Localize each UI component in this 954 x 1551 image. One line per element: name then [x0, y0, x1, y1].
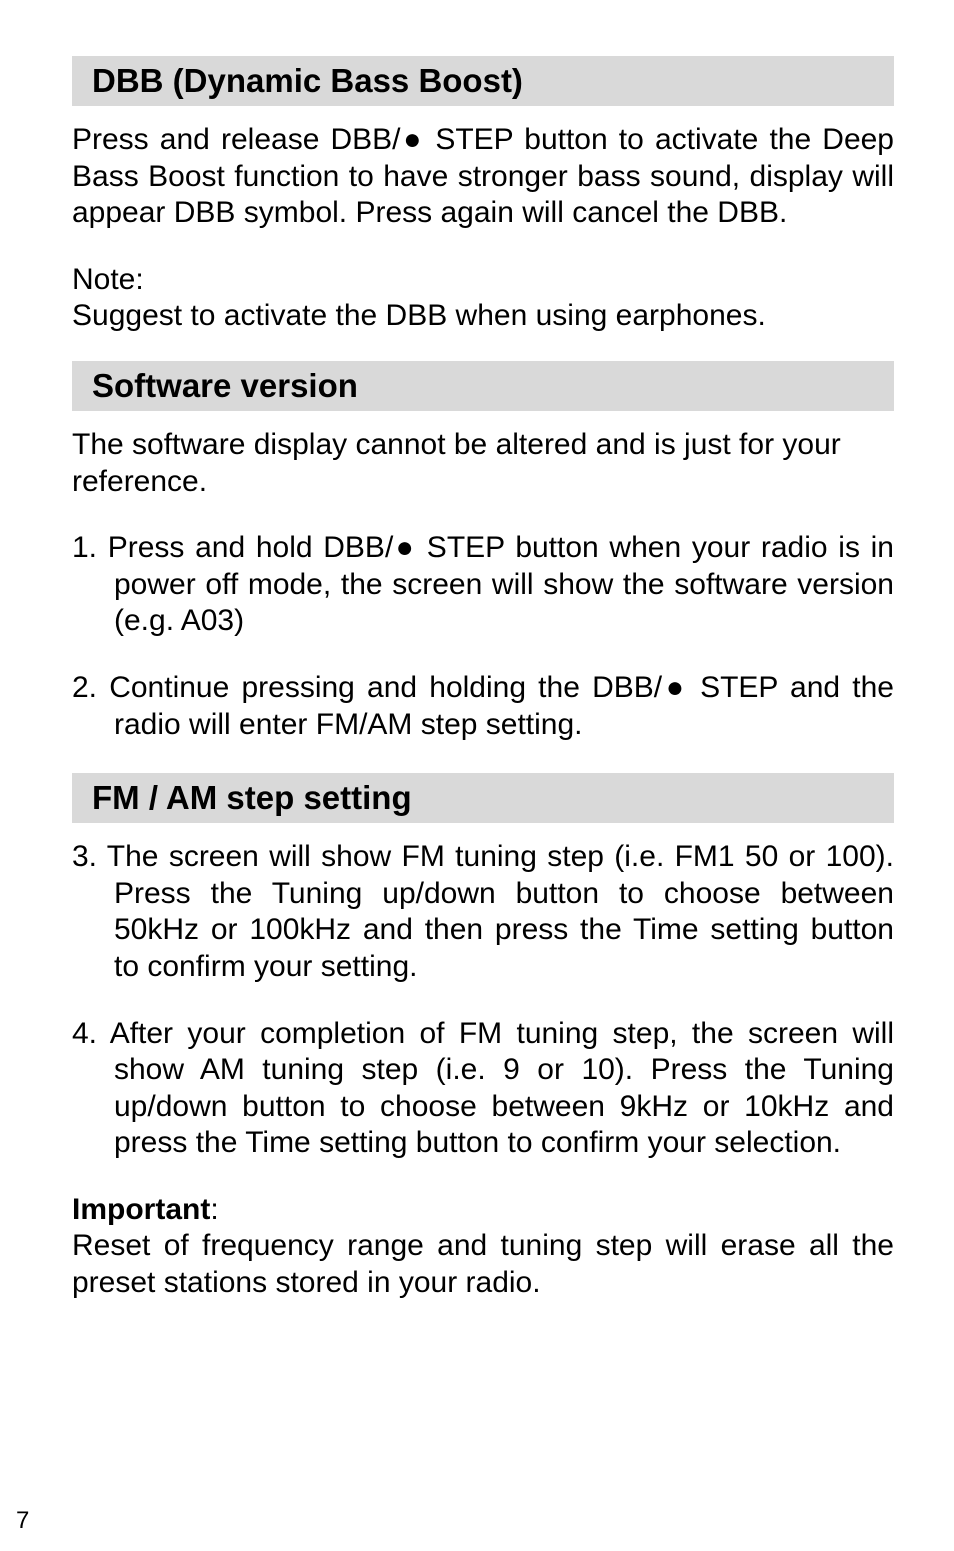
note-label: Note:	[72, 262, 894, 299]
document-page: DBB (Dynamic Bass Boost) Press and relea…	[0, 0, 954, 1551]
heading-software-version: Software version	[72, 361, 894, 411]
list-item-2: 2. Continue pressing and holding the DBB…	[72, 670, 894, 743]
list-item-4: 4. After your completion of FM tuning st…	[72, 1016, 894, 1162]
list-item-1: 1. Press and hold DBB/● STEP button when…	[72, 530, 894, 640]
paragraph-software-intro: The software display cannot be altered a…	[72, 427, 894, 500]
important-colon: :	[210, 1193, 218, 1226]
heading-fm-am-step: FM / AM step setting	[72, 773, 894, 823]
important-text: Reset of frequency range and tuning step…	[72, 1228, 894, 1301]
paragraph-dbb-intro: Press and release DBB/● STEP button to a…	[72, 122, 894, 232]
heading-dbb: DBB (Dynamic Bass Boost)	[72, 56, 894, 106]
important-label: Important	[72, 1193, 210, 1226]
page-number: 7	[16, 1507, 29, 1535]
list-item-3: 3. The screen will show FM tuning step (…	[72, 839, 894, 985]
important-block: Important:	[72, 1192, 894, 1229]
note-text: Suggest to activate the DBB when using e…	[72, 298, 894, 335]
